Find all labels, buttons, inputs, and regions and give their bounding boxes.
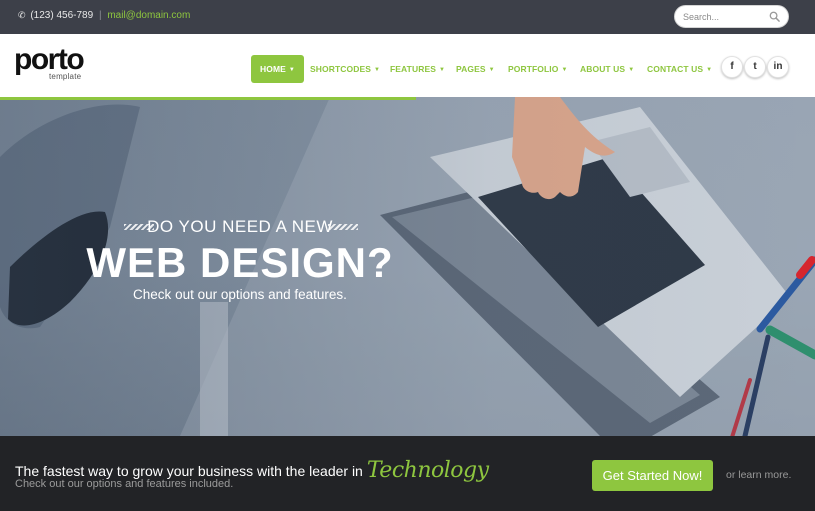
chevron-down-icon: ▼ xyxy=(288,67,295,73)
linkedin-icon[interactable]: in xyxy=(767,56,789,78)
nav-item-label: PAGES xyxy=(456,64,486,74)
logo-subtitle: template xyxy=(49,72,82,81)
search-box xyxy=(674,5,789,28)
nav-item-label: SHORTCODES xyxy=(310,64,371,74)
search-input[interactable] xyxy=(683,9,769,25)
phone-number: (123) 456-789 xyxy=(30,10,94,21)
learn-more-link[interactable]: or learn more. xyxy=(726,469,791,481)
nav-item-label: FEATURES xyxy=(390,64,436,74)
nav-item-shortcodes[interactable]: SHORTCODES ▼ xyxy=(310,55,380,83)
site-header: porto template HOME ▼ SHORTCODES ▼ FEATURE… xyxy=(0,34,815,97)
facebook-icon[interactable]: f xyxy=(721,56,743,78)
cta-lead-text: The fastest way to grow your business wi… xyxy=(15,463,363,479)
hero-subline: Check out our options and features. xyxy=(133,287,347,302)
top-bar: ✆ (123) 456-789 | mail@domain.com xyxy=(0,0,815,34)
contact-info: ✆ (123) 456-789 | mail@domain.com xyxy=(18,10,190,21)
nav-item-label: ABOUT US xyxy=(580,64,626,74)
nav-item-home[interactable]: HOME ▼ xyxy=(251,55,304,83)
nav-item-label: PORTFOLIO xyxy=(508,64,559,74)
hero-kicker: DO YOU NEED A NEW xyxy=(147,217,333,236)
get-started-button[interactable]: Get Started Now! xyxy=(592,460,713,491)
slider-progress-bar xyxy=(0,97,416,100)
chevron-down-icon: ▼ xyxy=(561,67,568,73)
porto-logo[interactable]: porto template xyxy=(14,43,85,82)
chevron-down-icon: ▼ xyxy=(488,67,495,73)
search-icon[interactable] xyxy=(769,11,780,22)
twitter-icon[interactable]: t xyxy=(744,56,766,78)
logo-wordmark: porto xyxy=(14,43,85,76)
cta-accent-word: Technology xyxy=(366,458,489,483)
email-link[interactable]: mail@domain.com xyxy=(107,10,190,21)
chevron-down-icon: ▼ xyxy=(438,67,446,73)
nav-item-label: HOME xyxy=(260,64,286,74)
hero-headline: WEB DESIGN? xyxy=(86,239,394,286)
hero-slider: DO YOU NEED A NEW WEB DESIGN? Check out … xyxy=(0,97,815,436)
chevron-down-icon: ▼ xyxy=(628,67,635,73)
chevron-down-icon: ▼ xyxy=(373,67,381,73)
nav-item-pages[interactable]: PAGES ▼ xyxy=(456,55,495,83)
nav-item-label: CONTACT US xyxy=(647,64,704,74)
nav-item-portfolio[interactable]: PORTFOLIO ▼ xyxy=(508,55,568,83)
contact-separator: | xyxy=(98,10,102,21)
call-to-action-bar: The fastest way to grow your business wi… xyxy=(0,436,815,511)
chevron-down-icon: ▼ xyxy=(706,67,713,73)
nav-item-contact-us[interactable]: CONTACT US ▼ xyxy=(647,55,712,83)
cta-subtext: Check out our options and features inclu… xyxy=(15,478,234,490)
nav-item-features[interactable]: FEATURES ▼ xyxy=(390,55,445,83)
nav-item-about-us[interactable]: ABOUT US ▼ xyxy=(580,55,634,83)
phone-icon: ✆ xyxy=(18,10,26,20)
